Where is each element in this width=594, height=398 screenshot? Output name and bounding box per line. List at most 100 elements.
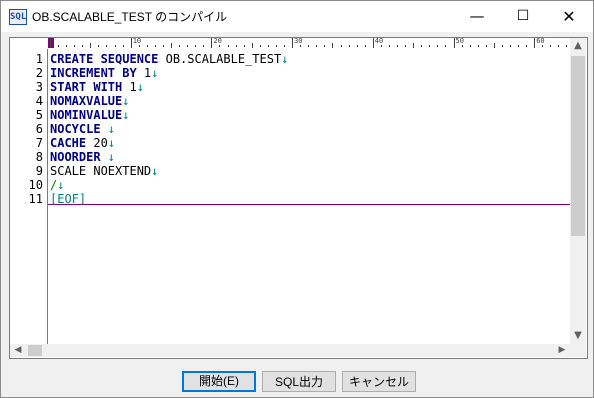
code-token: ↓: [122, 108, 130, 122]
line-number: 9: [35, 164, 43, 178]
code-token: NOMINVALUE: [50, 108, 123, 122]
ruler-minor-tick: [146, 45, 148, 47]
code-token: [EOF]: [50, 192, 87, 206]
ruler-minor-tick: [501, 45, 503, 47]
line-number: 3: [35, 80, 43, 94]
ruler-label: 30: [294, 38, 303, 45]
ruler-minor-tick: [66, 45, 68, 47]
start-button[interactable]: 開始(E): [182, 371, 256, 392]
ruler-minor-tick: [518, 45, 520, 47]
ruler-minor-tick: [90, 43, 92, 48]
line-number: 11: [28, 192, 43, 206]
code-line: NOMAXVALUE↓: [50, 94, 129, 108]
ruler-minor-tick: [356, 45, 358, 47]
ruler-minor-tick: [243, 45, 245, 47]
ruler-major-tick: [534, 38, 536, 48]
scroll-down-icon[interactable]: ▼: [570, 328, 586, 344]
code-line: NOMINVALUE↓: [50, 108, 129, 122]
line-number: 1: [35, 52, 43, 66]
ruler-minor-tick: [154, 45, 156, 47]
code-line: NOCYCLE ↓: [50, 122, 115, 136]
ruler-minor-tick: [405, 45, 407, 47]
ruler-minor-tick: [58, 45, 60, 47]
line-number: 8: [35, 150, 43, 164]
ruler-minor-tick: [138, 45, 140, 47]
ruler-minor-tick: [429, 45, 431, 47]
ruler-minor-tick: [316, 45, 318, 47]
code-token: START WITH: [50, 80, 123, 94]
horizontal-scrollbar[interactable]: ◀ ▶: [10, 344, 570, 357]
ruler-minor-tick: [364, 45, 366, 47]
ruler-minor-tick: [74, 45, 76, 47]
ruler-major-tick: [292, 38, 294, 48]
ruler-major-tick: [50, 38, 51, 48]
ruler-minor-tick: [179, 45, 181, 47]
code-area[interactable]: CREATE SEQUENCE OB.SCALABLE_TEST↓ INCREME…: [48, 49, 570, 344]
maximize-button[interactable]: ☐: [500, 1, 546, 32]
ruler-label: 10: [132, 38, 142, 45]
code-token: ↓: [107, 136, 116, 150]
code-token: NOCYCLE: [50, 122, 101, 136]
ruler-minor-tick: [251, 43, 253, 48]
ruler-minor-tick: [114, 45, 116, 47]
ruler-minor-tick: [122, 45, 124, 47]
ruler-minor-tick: [219, 45, 221, 47]
horizontal-scroll-thumb[interactable]: [28, 345, 42, 356]
code-token: 1: [122, 80, 137, 94]
ruler-cursor-marker: [48, 38, 54, 48]
code-token: ↓: [151, 164, 159, 178]
ruler-major-tick: [211, 38, 213, 48]
code-line: [EOF]: [50, 192, 86, 206]
code-token: CREATE SEQUENCE: [50, 52, 159, 66]
scroll-left-icon[interactable]: ◀: [10, 344, 26, 357]
compile-dialog: SQL OB.SCALABLE_TEST のコンパイル — ☐ ✕ 10 20 30…: [0, 0, 594, 398]
scroll-up-icon[interactable]: ▲: [570, 38, 586, 54]
vertical-scrollbar[interactable]: ▲ ▼: [570, 38, 586, 344]
ruler-minor-tick: [195, 45, 197, 47]
code-token: 20: [86, 136, 108, 150]
ruler-minor-tick: [324, 45, 326, 47]
ruler-minor-tick: [542, 45, 544, 47]
cancel-button[interactable]: キャンセル: [342, 371, 416, 392]
ruler-minor-tick: [284, 45, 286, 47]
code-line: CACHE 20↓: [50, 136, 115, 150]
ruler-minor-tick: [461, 45, 463, 47]
ruler-minor-tick: [332, 43, 334, 48]
ruler-minor-tick: [388, 45, 390, 47]
code-token: ↓: [100, 122, 116, 136]
ruler-minor-tick: [413, 43, 415, 48]
ruler-minor-tick: [162, 45, 164, 47]
ruler-minor-tick: [445, 45, 447, 47]
code-token: 1: [136, 66, 152, 80]
scroll-right-icon[interactable]: ▶: [554, 344, 570, 357]
ruler-minor-tick: [259, 45, 261, 47]
code-line: /↓: [50, 178, 64, 192]
ruler-minor-tick: [300, 45, 302, 47]
ruler-minor-tick: [509, 45, 511, 47]
ruler-minor-tick: [477, 45, 479, 47]
title-bar[interactable]: SQL OB.SCALABLE_TEST のコンパイル — ☐ ✕: [1, 1, 593, 32]
close-button[interactable]: ✕: [546, 1, 592, 32]
vertical-scroll-thumb[interactable]: [571, 56, 585, 236]
ruler-minor-tick: [437, 45, 439, 47]
sql-icon: SQL: [9, 9, 27, 25]
code-token: ↓: [57, 178, 65, 192]
code-line: NOORDER ↓: [50, 150, 115, 164]
ruler-minor-tick: [275, 45, 277, 47]
code-line: SCALE NOEXTEND↓: [50, 164, 158, 178]
line-number: 4: [35, 94, 43, 108]
ruler-minor-tick: [485, 45, 487, 47]
ruler-major-tick: [130, 38, 132, 48]
window-title: OB.SCALABLE_TEST のコンパイル: [32, 10, 228, 24]
code-token: NOORDER: [50, 150, 101, 164]
line-number: 7: [35, 136, 43, 150]
ruler-minor-tick: [267, 45, 269, 47]
line-number: 10: [28, 178, 43, 192]
ruler-minor-tick: [187, 45, 189, 47]
ruler-major-tick: [453, 38, 455, 48]
minimize-button[interactable]: —: [454, 1, 500, 32]
code-token: SCALE NOEXTEND: [50, 164, 152, 178]
sql-output-button[interactable]: SQL出力: [262, 371, 336, 392]
ruler-minor-tick: [493, 43, 495, 48]
sql-editor[interactable]: 10 20 30 40 50 60 1 2 3 4 5 6 7 8 9 10 11 CREATE SEQUEN…: [9, 37, 588, 359]
